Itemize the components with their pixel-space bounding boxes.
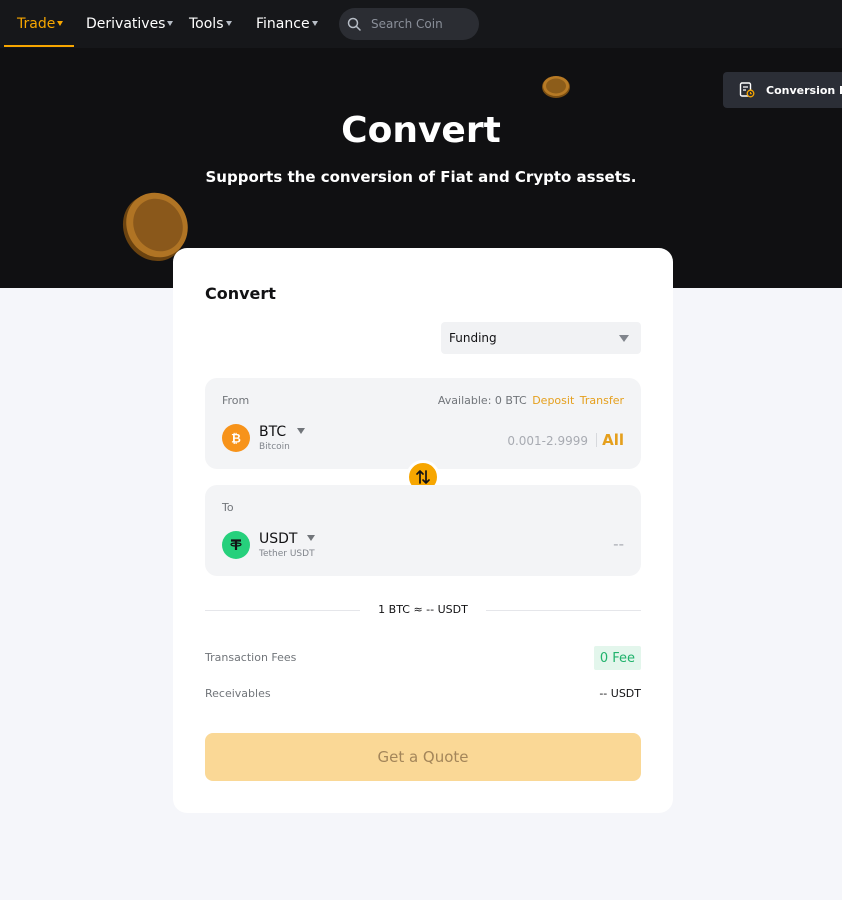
from-panel: From Available: 0 BTC Deposit Transfer ₿… — [205, 378, 641, 469]
coin-decoration-icon — [542, 76, 570, 98]
chevron-down-icon — [167, 20, 174, 26]
to-coin-dropdown-icon[interactable] — [307, 535, 315, 541]
nav-tools[interactable]: Tools — [189, 0, 232, 48]
from-label: From — [222, 394, 250, 407]
account-select[interactable]: Funding — [441, 322, 641, 354]
to-panel: To USDT Tether USDT -- — [205, 485, 641, 576]
nav-finance-label: Finance — [256, 16, 310, 32]
to-coin-name: Tether USDT — [259, 549, 315, 559]
from-coin-dropdown-icon[interactable] — [297, 428, 305, 434]
to-coin-symbol[interactable]: USDT — [259, 531, 297, 547]
top-nav: Trade Derivatives Tools Finance — [0, 0, 842, 48]
chevron-down-icon — [311, 20, 318, 26]
nav-trade-label: Trade — [17, 16, 56, 32]
search-input[interactable] — [371, 17, 471, 31]
convert-card: Convert Funding From Available: 0 BTC De… — [173, 248, 673, 813]
available-text: Available: 0 BTC — [437, 394, 527, 407]
btc-icon: ₿ — [222, 424, 250, 452]
swap-icon — [416, 470, 430, 484]
nav-trade[interactable]: Trade — [17, 0, 64, 48]
receivables-value: -- USDT — [599, 687, 641, 700]
svg-text:₿: ₿ — [231, 432, 241, 446]
get-quote-button[interactable]: Get a Quote — [205, 733, 641, 781]
search-icon — [347, 17, 361, 31]
nav-active-indicator — [4, 45, 74, 47]
page-subtitle: Supports the conversion of Fiat and Cryp… — [205, 168, 637, 186]
amount-range[interactable]: 0.001-2.9999 — [507, 434, 588, 448]
exchange-rate: 1 BTC ≈ -- USDT — [360, 603, 486, 616]
chevron-down-icon — [225, 20, 232, 26]
nav-derivatives[interactable]: Derivatives — [86, 0, 174, 48]
nav-derivatives-label: Derivatives — [86, 16, 166, 32]
account-select-value: Funding — [449, 331, 497, 345]
from-coin-name: Bitcoin — [259, 442, 290, 452]
nav-tools-label: Tools — [189, 16, 224, 32]
chevron-down-icon — [619, 335, 629, 342]
all-button[interactable]: All — [602, 431, 624, 449]
fee-badge: 0 Fee — [593, 646, 641, 670]
available-balance: Available: 0 BTC Deposit Transfer — [438, 394, 624, 407]
to-amount: -- — [613, 535, 624, 553]
usdt-icon — [222, 531, 250, 559]
divider — [596, 433, 597, 447]
conversion-history-label: Conversion History — [766, 83, 842, 97]
chevron-down-icon — [57, 20, 64, 26]
conversion-history-icon — [739, 82, 755, 98]
search-box — [339, 8, 479, 40]
fees-label: Transaction Fees — [205, 651, 297, 664]
nav-finance[interactable]: Finance — [256, 0, 318, 48]
deposit-link[interactable]: Deposit — [532, 394, 574, 407]
conversion-history-button[interactable]: Conversion History — [723, 72, 842, 108]
receivables-label: Receivables — [205, 687, 271, 700]
transfer-link[interactable]: Transfer — [580, 394, 624, 407]
from-coin-symbol[interactable]: BTC — [259, 424, 286, 440]
card-title: Convert — [205, 284, 276, 303]
to-label: To — [222, 501, 234, 514]
page-title: Convert — [341, 110, 501, 151]
